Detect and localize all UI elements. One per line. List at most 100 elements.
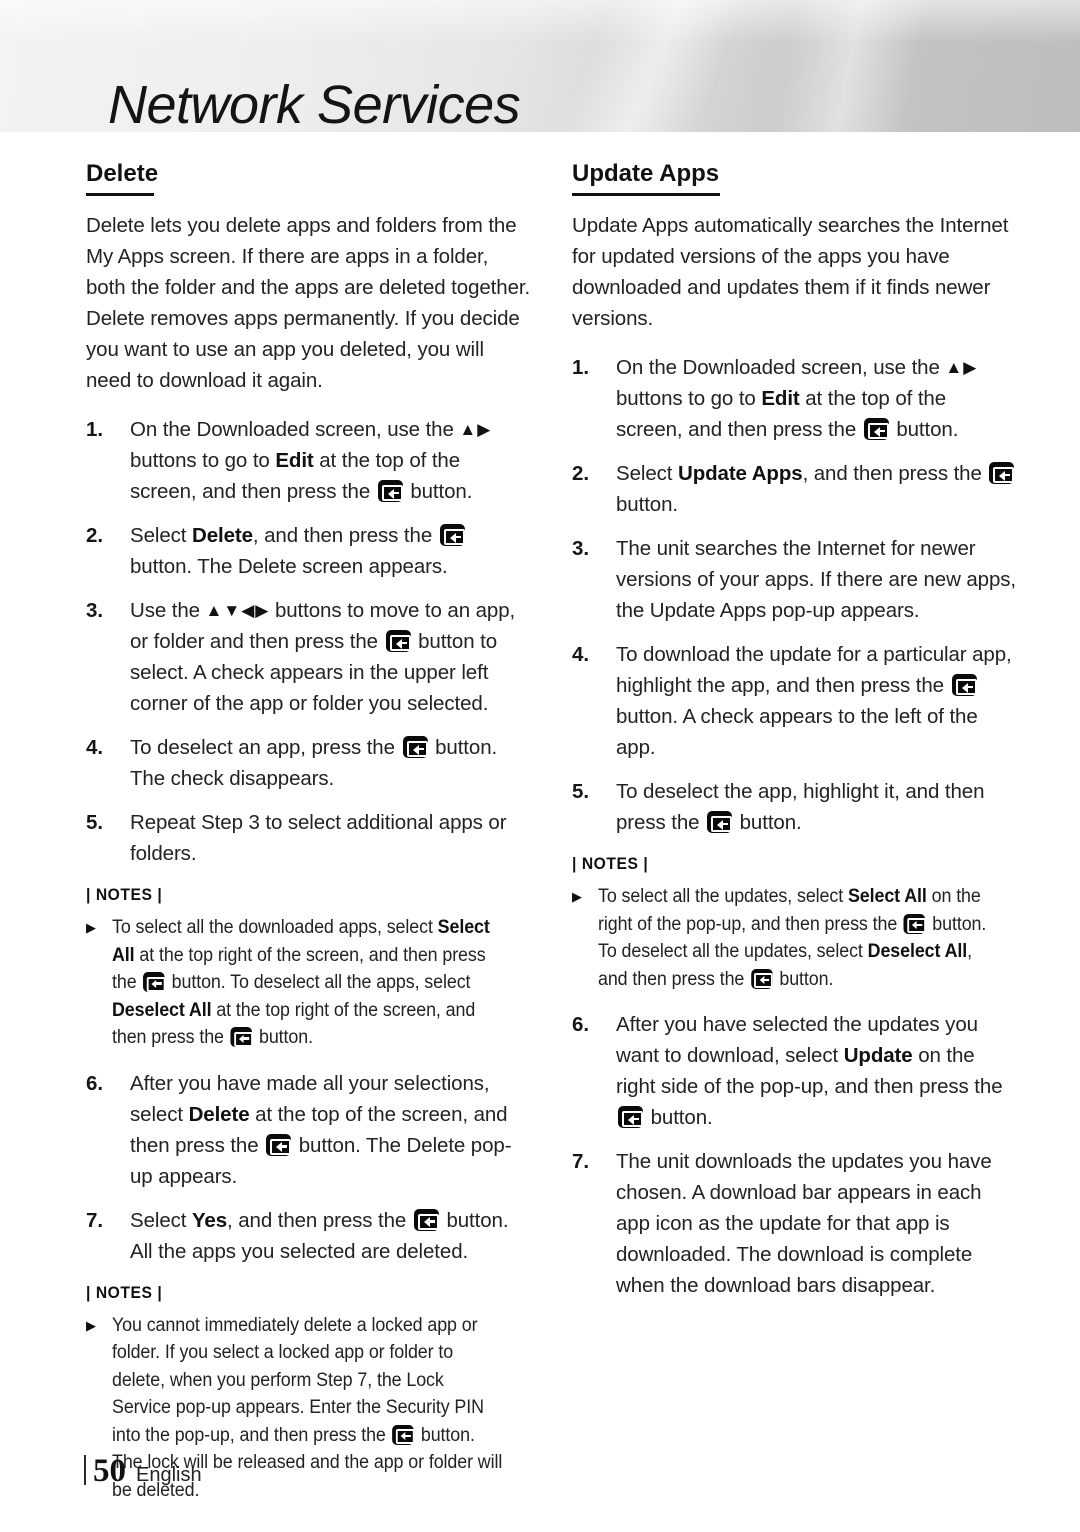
step-text: On the Downloaded screen, use the ▲▶ but… — [130, 418, 492, 503]
section-heading-update-apps: Update Apps — [572, 160, 720, 187]
step-text: Select Yes, and then press the button. A… — [130, 1208, 509, 1263]
numbered-step: 3. Use the ▲▼◀▶ buttons to move to an app… — [86, 595, 532, 719]
step-text: To download the update for a particular … — [616, 643, 1012, 759]
numbered-step: 2. Select Update Apps, and then press the… — [572, 458, 1018, 520]
notes-title: | NOTES | — [572, 854, 649, 873]
enter-button-icon — [989, 462, 1015, 484]
note-item: ▶ To select all the downloaded apps, sele… — [86, 914, 532, 1052]
numbered-step: 5. To deselect the app, highlight it, and… — [572, 776, 1018, 838]
enter-button-icon — [377, 480, 403, 502]
numbered-step: 4. To download the update for a particula… — [572, 639, 1018, 763]
step-number: 2. — [86, 524, 104, 547]
right-column: Update Apps Update Apps automatically se… — [570, 160, 1018, 1314]
step-text: Select Delete, and then press the button… — [130, 520, 532, 582]
step-text: The unit searches the Internet for newer… — [616, 537, 1017, 622]
page-footer: 50 English — [84, 1451, 202, 1488]
steps-list-delete: 1. On the Downloaded screen, use the ▲▶ b… — [84, 414, 532, 869]
emphasis-text: Deselect All — [112, 999, 212, 1021]
emphasis-text: Edit — [275, 449, 314, 472]
step-number: 2. — [572, 462, 590, 485]
page-title: Network Services — [108, 75, 521, 135]
direction-arrows-icon: ▲▶ — [459, 420, 492, 439]
steps-list-update-apps: 1. On the Downloaded screen, use the ▲▶ b… — [570, 352, 1018, 838]
numbered-step: 7. Select Yes, and then press the button.… — [86, 1205, 532, 1267]
step-text: The unit downloads the updates you have … — [616, 1150, 992, 1297]
notes-block-delete-1: | NOTES | ▶ To select all the downloaded … — [86, 885, 532, 1052]
note-text: To select all the downloaded apps, selec… — [112, 917, 490, 1048]
enter-button-icon — [903, 913, 927, 934]
steps-list-delete-cont: 6. After you have made all your selection… — [84, 1068, 532, 1267]
step-number: 6. — [86, 1071, 104, 1095]
step-number: 6. — [572, 1013, 590, 1036]
enter-button-icon — [951, 674, 977, 696]
emphasis-text: Select All — [847, 886, 927, 907]
enter-button-icon — [230, 1027, 253, 1047]
step-number: 1. — [86, 418, 104, 441]
emphasis-text: Update Apps — [677, 462, 803, 485]
emphasis-text: Delete — [188, 1102, 250, 1126]
enter-button-icon — [392, 1424, 415, 1445]
page-number: 50 — [93, 1453, 126, 1489]
heading-rule — [86, 193, 154, 196]
step-number: 7. — [572, 1150, 590, 1173]
numbered-step: 6. After you have made all your selection… — [86, 1068, 532, 1192]
enter-button-icon — [439, 524, 465, 546]
notes-title: | NOTES | — [86, 1282, 163, 1302]
step-number: 4. — [572, 643, 590, 666]
step-text: On the Downloaded screen, use the ▲▶ but… — [616, 356, 978, 441]
numbered-step: 1. On the Downloaded screen, use the ▲▶ b… — [86, 414, 532, 507]
page-content: Delete Delete lets you delete apps and f… — [0, 160, 1080, 1520]
enter-button-icon — [402, 736, 428, 758]
enter-button-icon — [385, 630, 411, 652]
step-text: Select Update Apps, and then press the b… — [616, 458, 1018, 520]
emphasis-text: Select All — [112, 917, 490, 966]
footer-language: English — [136, 1464, 202, 1486]
intro-paragraph-delete: Delete lets you delete apps and folders … — [86, 214, 531, 392]
note-bullet-icon: ▶ — [572, 889, 582, 904]
notes-items: ▶ To select all the updates, select Selec… — [572, 883, 1018, 993]
enter-button-icon — [751, 968, 774, 989]
numbered-step: 2. Select Delete, and then press the butt… — [86, 520, 532, 582]
step-text: After you have made all your selections,… — [130, 1071, 512, 1188]
emphasis-text: Deselect All — [867, 941, 968, 962]
note-item: ▶ To select all the updates, select Selec… — [572, 883, 1018, 993]
step-text: After you have selected the updates you … — [616, 1013, 1003, 1129]
step-number: 1. — [572, 356, 590, 379]
enter-button-icon — [618, 1106, 643, 1128]
left-column: Delete Delete lets you delete apps and f… — [84, 160, 532, 1520]
step-number: 7. — [86, 1208, 104, 1232]
numbered-step: 6. After you have selected the updates yo… — [572, 1009, 1018, 1133]
step-text: To deselect the app, highlight it, and t… — [616, 780, 985, 834]
notes-title: | NOTES | — [86, 885, 163, 904]
numbered-step: 1. On the Downloaded screen, use the ▲▶ b… — [572, 352, 1018, 445]
emphasis-text: Edit — [761, 387, 800, 410]
step-number: 5. — [86, 811, 104, 834]
numbered-step: 4. To deselect an app, press the button. … — [86, 732, 532, 794]
enter-button-icon — [413, 1208, 439, 1231]
numbered-step: 5. Repeat Step 3 to select additional app… — [86, 807, 532, 869]
numbered-step: 3. The unit searches the Internet for new… — [572, 533, 1018, 626]
emphasis-text: Delete — [191, 524, 253, 547]
step-text: To deselect an app, press the button. Th… — [130, 736, 498, 790]
enter-button-icon — [266, 1133, 292, 1156]
section-heading-delete: Delete — [86, 160, 159, 187]
emphasis-text: Update — [843, 1044, 913, 1067]
heading-rule — [572, 193, 720, 196]
notes-block-update-apps: | NOTES | ▶ To select all the updates, se… — [572, 854, 1018, 993]
direction-arrows-icon: ▲▼◀▶ — [205, 601, 270, 620]
notes-items: ▶ To select all the downloaded apps, sele… — [86, 914, 532, 1052]
footer-rule — [84, 1455, 86, 1485]
enter-button-icon — [863, 418, 889, 440]
note-bullet-icon: ▶ — [86, 920, 96, 935]
step-number: 5. — [572, 780, 590, 803]
numbered-step: 7. The unit downloads the updates you hav… — [572, 1146, 1018, 1301]
intro-paragraph-update-apps: Update Apps automatically searches the I… — [572, 214, 1009, 330]
emphasis-text: Yes — [191, 1208, 228, 1232]
step-text: Use the ▲▼◀▶ buttons to move to an app, … — [130, 599, 516, 715]
steps-list-update-apps-cont: 6. After you have selected the updates yo… — [570, 1009, 1018, 1301]
enter-button-icon — [143, 972, 166, 992]
step-number: 3. — [572, 537, 590, 560]
step-text: Repeat Step 3 to select additional apps … — [130, 811, 507, 865]
two-column-layout: Delete Delete lets you delete apps and f… — [0, 160, 1080, 1520]
direction-arrows-icon: ▲▶ — [945, 358, 978, 377]
